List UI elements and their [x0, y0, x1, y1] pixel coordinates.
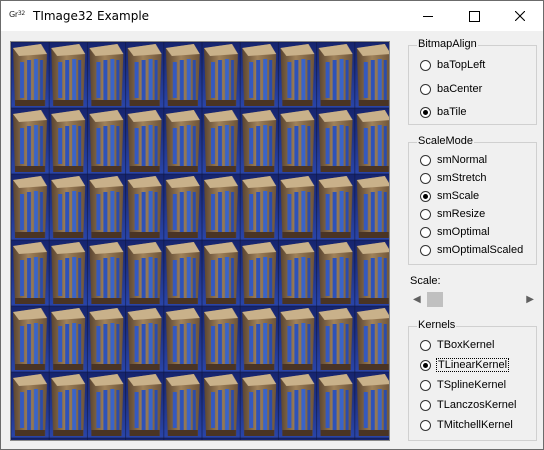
radio-button-icon[interactable]	[420, 83, 431, 95]
radio-label: baTile	[437, 106, 467, 118]
radio-button-icon[interactable]	[420, 399, 431, 411]
radio-button-icon[interactable]	[420, 154, 431, 166]
kernels-legend: Kernels	[417, 319, 457, 331]
app-icon: Gr32	[9, 10, 25, 19]
radio-label: TBoxKernel	[437, 339, 495, 351]
radio-button-icon[interactable]	[420, 208, 431, 220]
radio-button-icon[interactable]	[420, 379, 431, 391]
minimize-button[interactable]	[405, 1, 451, 31]
scale-scrollbar-thumb[interactable]	[427, 292, 443, 307]
radio-label-focused: TLinearKernel	[435, 358, 510, 372]
tiled-building-image	[11, 42, 389, 440]
radio-button-checked-icon[interactable]	[420, 359, 431, 371]
radio-smoptimal[interactable]: smOptimal	[420, 224, 490, 240]
radio-label: TLanczosKernel	[437, 399, 517, 411]
app-window: Gr32 TImage32 Example BitmapAlign baTopL…	[0, 0, 544, 450]
radio-label: smScale	[437, 190, 480, 202]
radio-tlanczoskernel[interactable]: TLanczosKernel	[420, 397, 517, 413]
radio-label: baTopLeft	[437, 59, 486, 71]
scale-mode-legend: ScaleMode	[417, 135, 475, 147]
scale-label: Scale:	[410, 275, 441, 287]
radio-tboxkernel[interactable]: TBoxKernel	[420, 337, 494, 353]
radio-label: smNormal	[437, 154, 488, 166]
close-icon	[515, 11, 525, 21]
radio-smresize[interactable]: smResize	[420, 206, 485, 222]
radio-button-icon[interactable]	[420, 226, 431, 238]
radio-label: smStretch	[437, 172, 487, 184]
scale-mode-group: ScaleMode smNormal smStretch smScale smR…	[408, 135, 537, 265]
radio-tlinearkernel[interactable]: TLinearKernel	[420, 357, 510, 373]
radio-tsplinekernel[interactable]: TSplineKernel	[420, 377, 506, 393]
radio-label: TMitchellKernel	[437, 419, 513, 431]
radio-button-checked-icon[interactable]	[420, 106, 431, 118]
radio-smstretch[interactable]: smStretch	[420, 170, 487, 186]
maximize-icon	[469, 11, 480, 22]
radio-button-icon[interactable]	[420, 59, 431, 71]
radio-label: TSplineKernel	[437, 379, 507, 391]
bitmap-align-group: BitmapAlign baTopLeft baCenter baTile	[408, 38, 537, 125]
radio-smscale[interactable]: smScale	[420, 188, 479, 204]
radio-label: smOptimalScaled	[437, 244, 524, 256]
radio-bacenter[interactable]: baCenter	[420, 81, 482, 97]
minimize-icon	[423, 16, 433, 17]
radio-button-checked-icon[interactable]	[420, 190, 431, 202]
image-view[interactable]	[10, 41, 390, 441]
radio-label: smResize	[437, 208, 486, 220]
radio-smnormal[interactable]: smNormal	[420, 152, 487, 168]
close-button[interactable]	[497, 1, 543, 31]
radio-button-icon[interactable]	[420, 244, 431, 256]
radio-batile[interactable]: baTile	[420, 104, 467, 120]
radio-button-icon[interactable]	[420, 419, 431, 431]
bitmap-align-legend: BitmapAlign	[417, 38, 478, 50]
scroll-left-icon[interactable]: ◀	[413, 294, 421, 305]
radio-button-icon[interactable]	[420, 172, 431, 184]
radio-button-icon[interactable]	[420, 339, 431, 351]
scale-scrollbar[interactable]: ◀ ▶	[410, 291, 537, 308]
scroll-right-icon[interactable]: ▶	[526, 294, 534, 305]
radio-smoptimalscaled[interactable]: smOptimalScaled	[420, 242, 523, 258]
maximize-button[interactable]	[451, 1, 497, 31]
title-bar[interactable]: Gr32 TImage32 Example	[1, 1, 543, 31]
window-title: TImage32 Example	[33, 9, 150, 23]
kernels-group: Kernels TBoxKernel TLinearKernel TSpline…	[408, 319, 537, 441]
radio-tmitchellkernel[interactable]: TMitchellKernel	[420, 417, 513, 433]
radio-label: smOptimal	[437, 226, 490, 238]
radio-batopleft[interactable]: baTopLeft	[420, 57, 485, 73]
radio-label: baCenter	[437, 83, 483, 95]
